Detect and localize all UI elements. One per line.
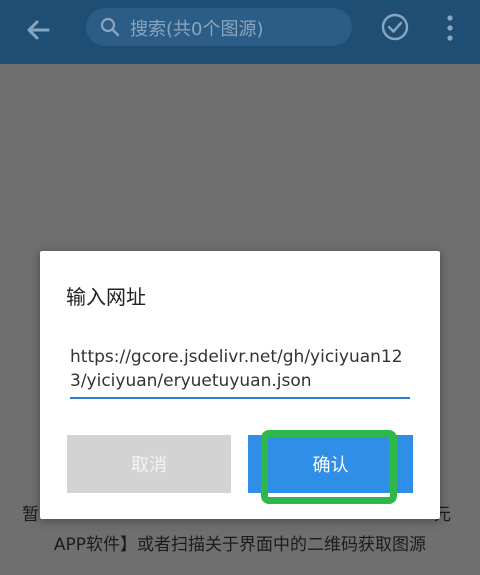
input-url-dialog: 输入网址 https://gcore.jsdelivr.net/gh/yiciy… xyxy=(40,251,440,519)
search-bar[interactable]: 搜索(共0个图源) xyxy=(86,8,352,46)
confirm-button[interactable]: 确认 xyxy=(248,435,413,493)
check-circle-icon[interactable] xyxy=(380,12,410,42)
back-arrow-icon[interactable] xyxy=(22,14,54,46)
background-hint-start: 暂 xyxy=(22,505,39,525)
cancel-button[interactable]: 取消 xyxy=(67,435,231,493)
url-input[interactable]: https://gcore.jsdelivr.net/gh/yiciyuan12… xyxy=(70,345,410,399)
search-icon xyxy=(100,17,120,37)
search-placeholder: 搜索(共0个图源) xyxy=(130,19,264,40)
background-hint-line2: APP软件】或者扫描关于界面中的二维码获取图源 xyxy=(53,535,427,555)
dialog-title: 输入网址 xyxy=(66,285,146,309)
more-vertical-icon[interactable] xyxy=(445,14,455,42)
app-bar: 搜索(共0个图源) xyxy=(0,0,480,64)
